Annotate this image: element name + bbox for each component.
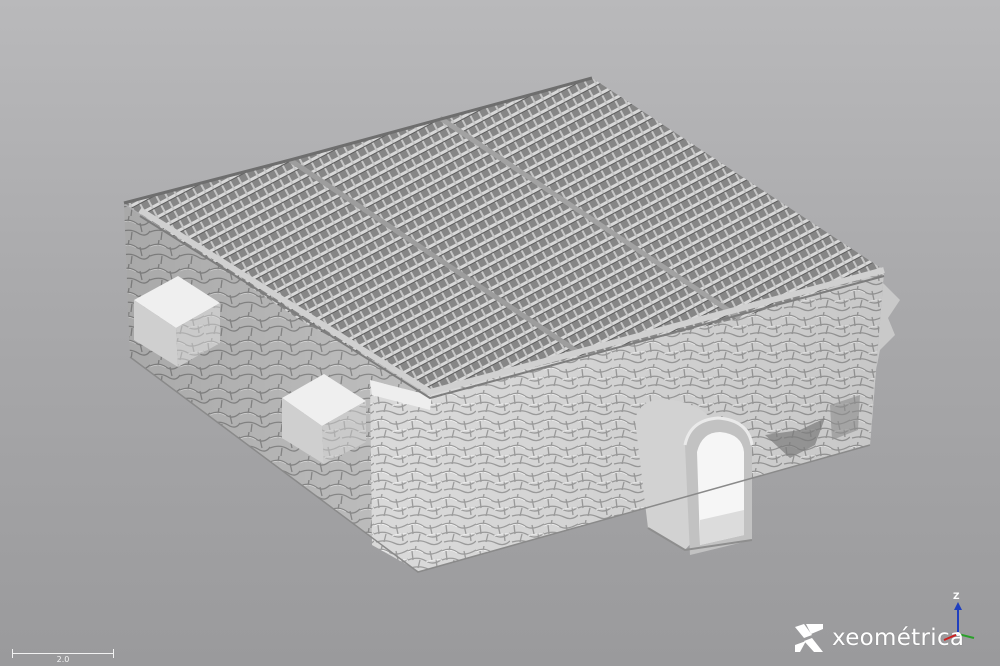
scale-bar-label: 2.0: [56, 655, 70, 664]
xeometrica-logo-icon: [795, 624, 823, 652]
axis-z-label: Z: [953, 592, 960, 602]
scale-bar: 2.0: [12, 648, 114, 664]
entrance-tunnel: [635, 399, 754, 555]
viewer-viewport[interactable]: [0, 0, 1000, 666]
brand: xeométrica: [792, 620, 964, 656]
scale-bar-line: [12, 653, 114, 654]
brand-name: xeométrica: [832, 625, 965, 651]
scan-model: [123, 76, 900, 573]
